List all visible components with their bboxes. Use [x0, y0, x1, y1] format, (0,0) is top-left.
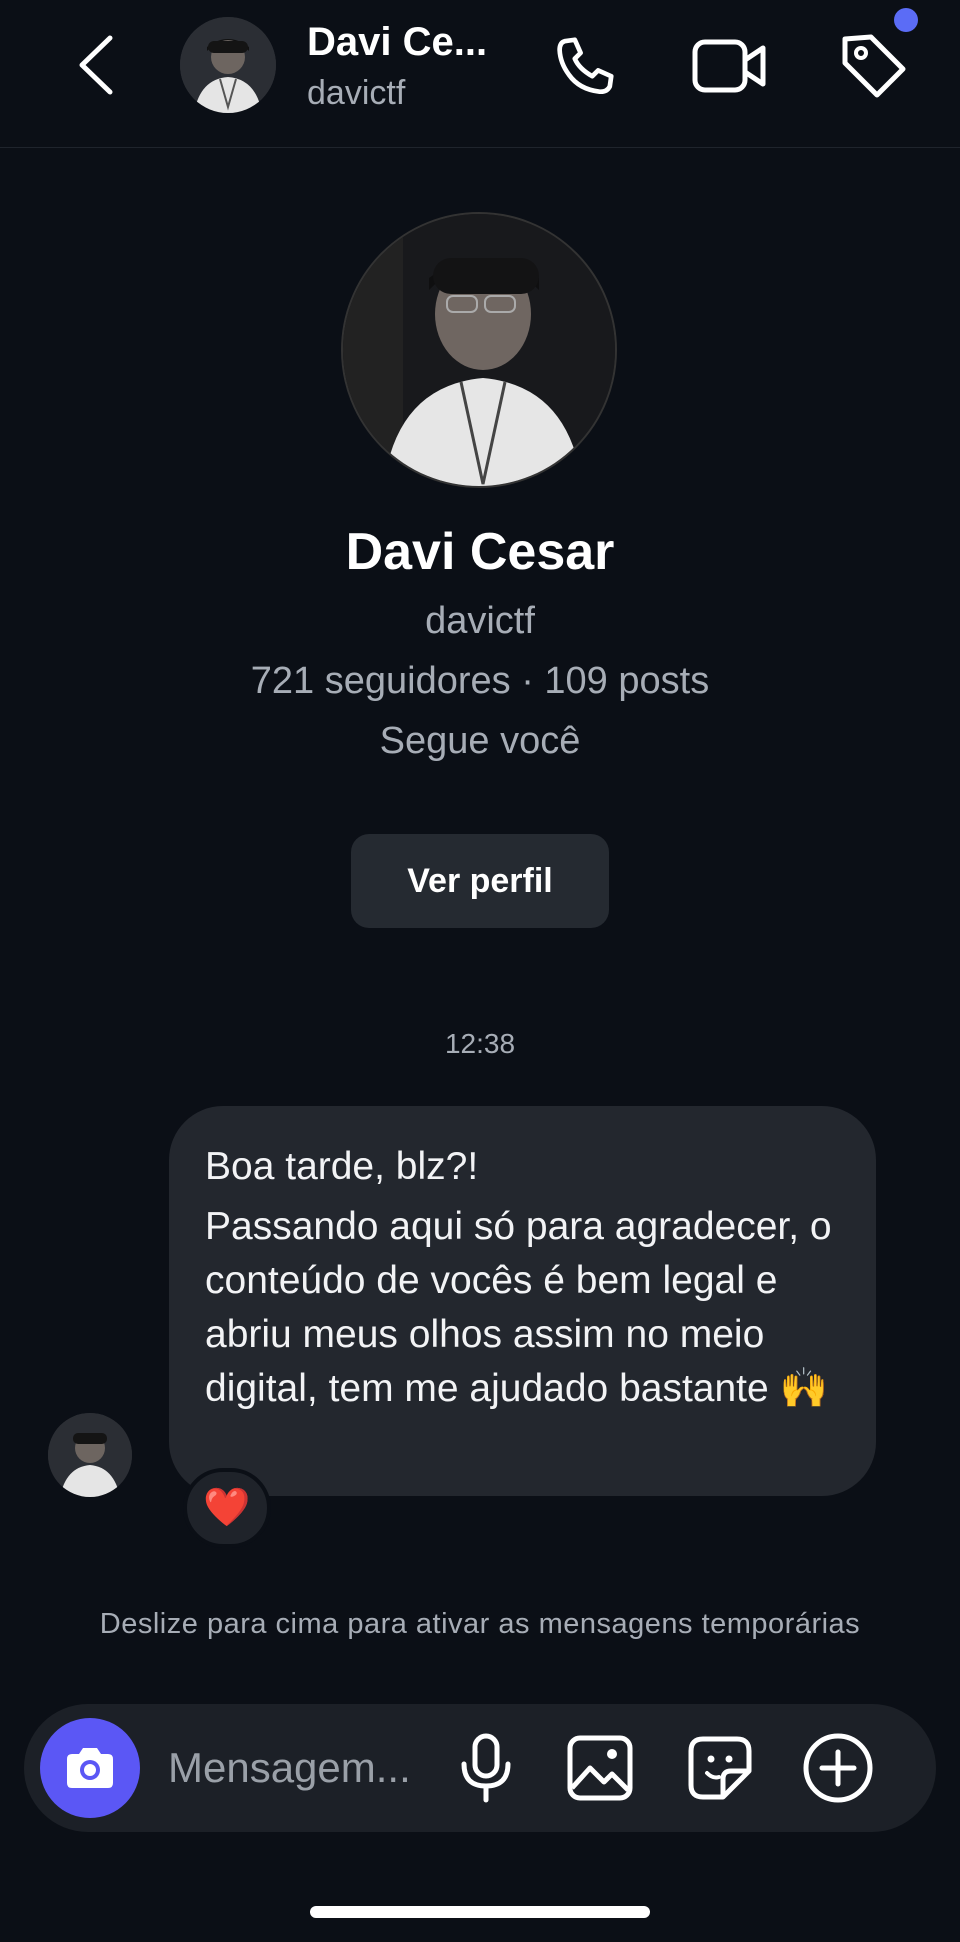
heart-icon: ❤️: [203, 1487, 251, 1529]
message-composer: [24, 1704, 936, 1832]
sticker-button[interactable]: [680, 1728, 760, 1808]
chevron-left-icon: [79, 35, 113, 95]
message-text-line: Boa tarde, blz?!: [205, 1145, 479, 1188]
call-button[interactable]: [545, 26, 625, 106]
more-options-button[interactable]: [798, 1728, 878, 1808]
message-timestamp: 12:38: [444, 1028, 516, 1059]
image-icon: [567, 1735, 633, 1801]
video-call-button[interactable]: [689, 26, 769, 106]
gallery-button[interactable]: [560, 1728, 640, 1808]
follows-you-label: Segue você: [379, 720, 581, 762]
sticker-icon: [688, 1736, 752, 1800]
header-avatar[interactable]: [180, 17, 276, 113]
profile-avatar[interactable]: [341, 212, 617, 488]
message-bubble[interactable]: Boa tarde, blz?! Passando aqui só para a…: [169, 1106, 876, 1496]
message-avatar[interactable]: [48, 1413, 132, 1497]
message-text-body: Passando aqui só para agradecer, o conte…: [205, 1205, 832, 1410]
profile-username: davictf: [425, 600, 535, 642]
header-username[interactable]: davictf: [307, 74, 405, 113]
microphone-icon: [461, 1733, 511, 1803]
view-profile-button[interactable]: Ver perfil: [351, 834, 609, 928]
back-button[interactable]: [66, 28, 126, 102]
video-camera-icon: [692, 39, 766, 93]
camera-button[interactable]: [40, 1718, 140, 1818]
home-indicator[interactable]: [310, 1906, 650, 1918]
tag-icon: [842, 34, 906, 98]
plus-circle-icon: [803, 1733, 873, 1803]
camera-icon: [67, 1748, 113, 1788]
phone-icon: [557, 37, 614, 95]
profile-name: Davi Cesar: [345, 523, 615, 581]
message-input[interactable]: [168, 1734, 428, 1802]
notification-dot: [894, 8, 918, 32]
profile-stats: 721 seguidores · 109 posts: [250, 660, 710, 702]
voice-message-button[interactable]: [446, 1728, 526, 1808]
heart-reaction[interactable]: ❤️: [183, 1468, 271, 1548]
chat-header: Davi Ce... davictf: [0, 0, 960, 148]
header-name[interactable]: Davi Ce...: [307, 20, 487, 65]
vanish-mode-hint: Deslize para cima para ativar as mensage…: [99, 1608, 861, 1640]
tag-button[interactable]: [834, 26, 914, 106]
